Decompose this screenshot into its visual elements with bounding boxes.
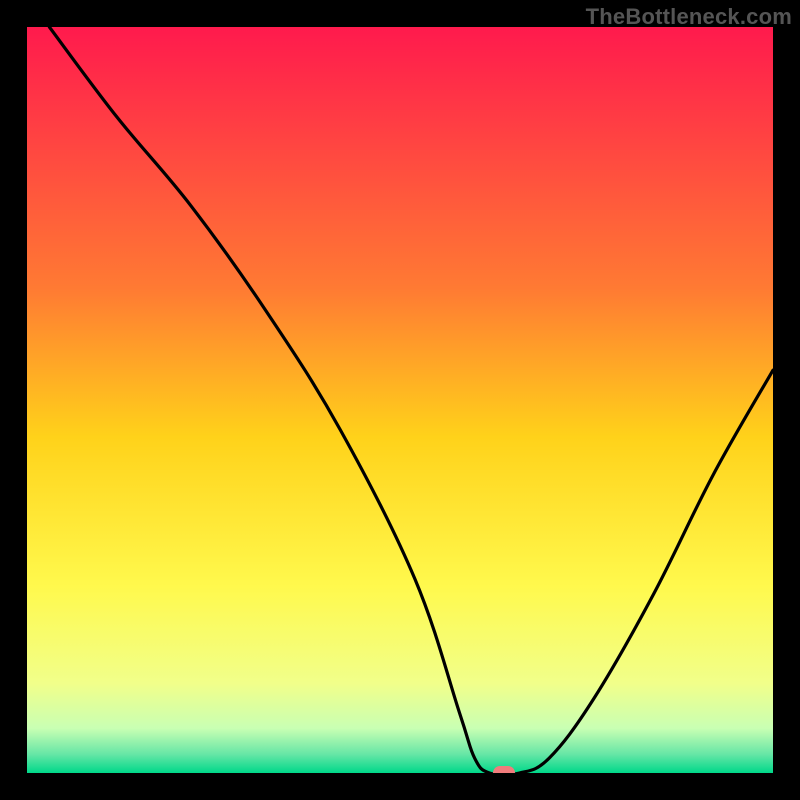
bottleneck-chart: TheBottleneck.com xyxy=(0,0,800,800)
plot-svg xyxy=(27,27,773,773)
plot-area xyxy=(27,27,773,773)
gradient-background xyxy=(27,27,773,773)
watermark-text: TheBottleneck.com xyxy=(586,4,792,30)
optimal-point-marker xyxy=(493,766,515,773)
